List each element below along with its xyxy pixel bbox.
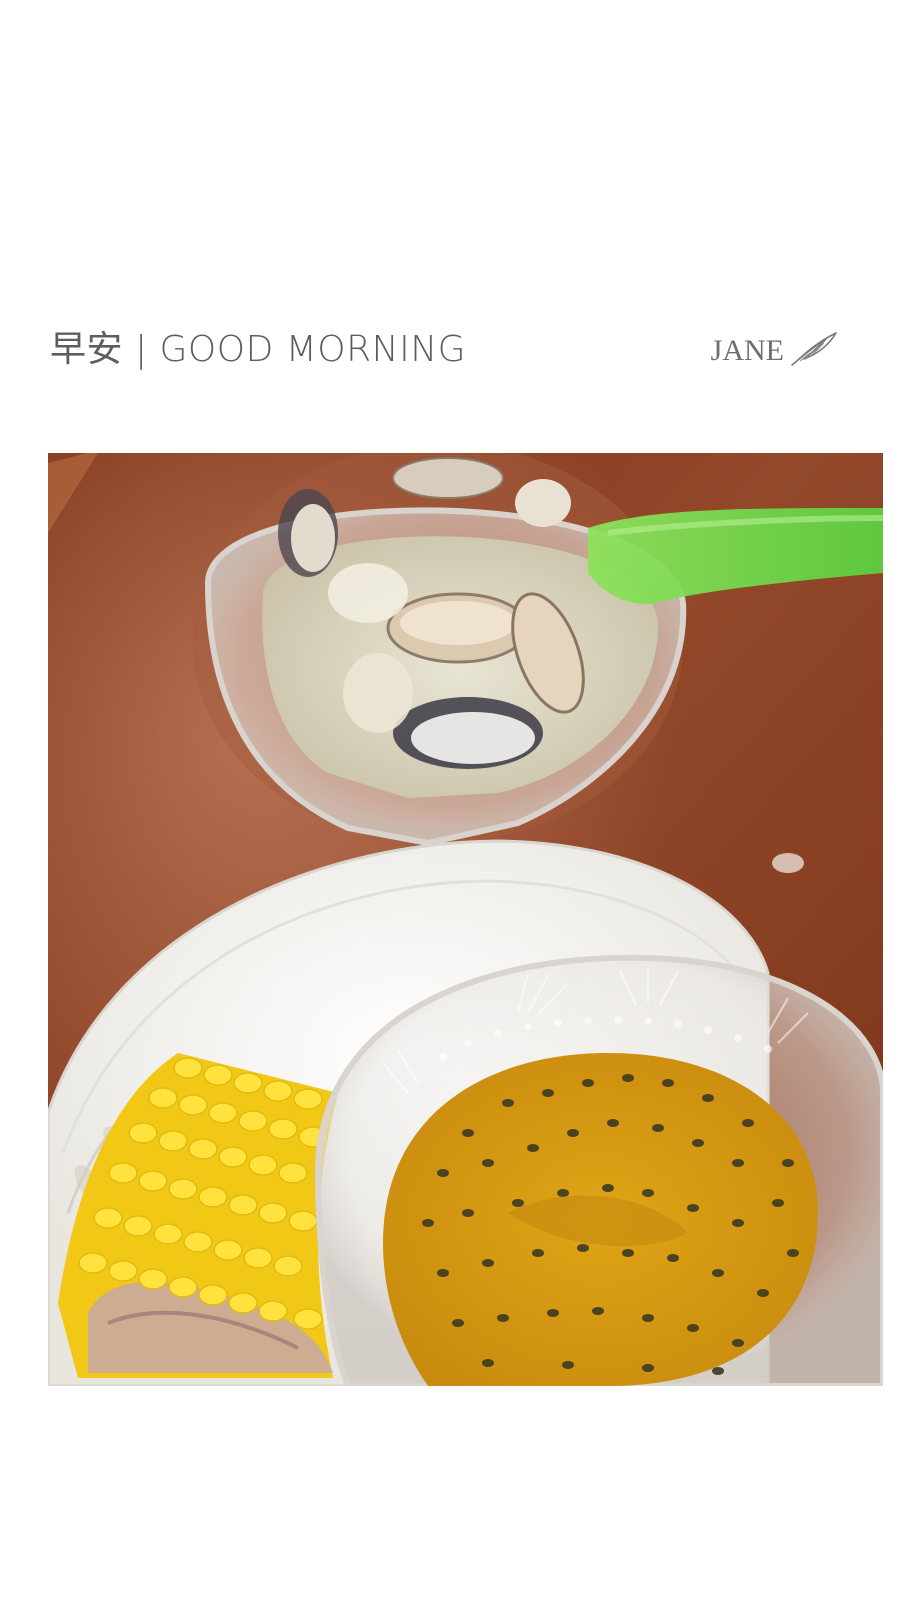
page-title: 早安 | GOOD MORNING (50, 329, 467, 370)
header: 早安 | GOOD MORNING JANE (50, 325, 850, 385)
clam-bowl (193, 453, 687, 847)
signature: JANE (711, 329, 840, 373)
passion-fruit-bowl (314, 954, 883, 1386)
breakfast-photo (48, 453, 883, 1386)
feather-icon (790, 331, 840, 371)
signature-text: JANE (710, 334, 784, 367)
photo-illustration (48, 453, 883, 1386)
